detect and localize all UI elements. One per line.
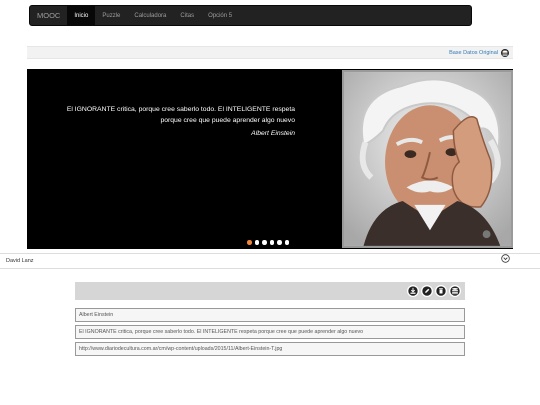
nav-item-citas[interactable]: Citas <box>173 6 201 25</box>
image-url-field[interactable]: http://www.diariodecultura.com.ar/cm/wp-… <box>75 342 465 356</box>
trash-icon <box>436 286 446 296</box>
quote-carousel[interactable]: El IGNORANTE critica, porque cree saberl… <box>27 69 513 249</box>
download-icon <box>408 286 418 296</box>
carousel-indicator-2[interactable] <box>254 240 259 245</box>
navbar: MOOC Inicio Puzzle Calculadora Citas Opc… <box>29 5 472 26</box>
carousel-author: Albert Einstein <box>251 130 295 137</box>
user-bar: David Lanz <box>0 253 540 269</box>
database-strip: Base Datos Original <box>27 46 513 59</box>
record-toolbar <box>75 282 465 300</box>
edit-icon <box>422 286 432 296</box>
chevron-down-circle-icon[interactable] <box>501 254 510 263</box>
carousel-indicators <box>247 240 289 245</box>
database-icon <box>450 286 460 296</box>
edit-button[interactable] <box>421 285 433 297</box>
carousel-indicator-1[interactable] <box>247 240 252 245</box>
quote-field[interactable]: El IGNORANTE critica, porque cree saberl… <box>75 325 465 339</box>
user-name: David Lanz <box>6 258 34 264</box>
nav-item-inicio[interactable]: Inicio <box>67 6 96 25</box>
author-portrait <box>342 70 513 248</box>
navbar-brand[interactable]: MOOC <box>30 6 67 25</box>
nav-item-calculadora[interactable]: Calculadora <box>127 6 173 25</box>
nav-item-opcion-5[interactable]: Opción 5 <box>201 6 239 25</box>
author-field[interactable]: Albert Einstein <box>75 308 465 322</box>
original-database-link[interactable]: Base Datos Original <box>449 50 498 56</box>
nav-item-puzzle[interactable]: Puzzle <box>95 6 127 25</box>
carousel-quote: El IGNORANTE critica, porque cree saberl… <box>66 106 295 124</box>
carousel-indicator-3[interactable] <box>262 240 267 245</box>
carousel-indicator-6[interactable] <box>284 240 289 245</box>
database-button[interactable] <box>449 285 461 297</box>
delete-button[interactable] <box>435 285 447 297</box>
carousel-indicator-4[interactable] <box>269 240 274 245</box>
carousel-indicator-5[interactable] <box>277 240 282 245</box>
download-button[interactable] <box>407 285 419 297</box>
database-icon[interactable] <box>501 48 509 57</box>
